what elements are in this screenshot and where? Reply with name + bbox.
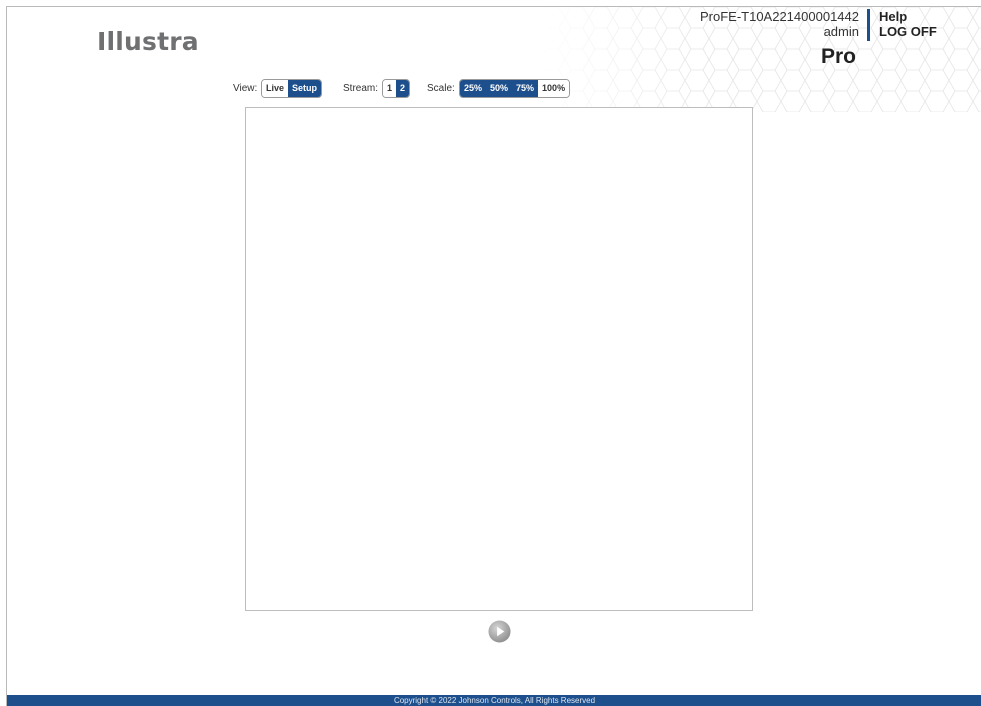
help-link[interactable]: Help	[879, 9, 937, 24]
product-tier: Pro	[821, 45, 857, 68]
device-info: ProFE-T10A221400001442 admin	[700, 9, 859, 39]
view-label: View:	[233, 83, 258, 94]
illustra-logo: Illustra	[97, 27, 199, 56]
app-window: Illustra ProFE-T10A221400001442 admin He…	[6, 6, 981, 706]
current-user: admin	[823, 24, 859, 39]
header-divider	[867, 9, 870, 41]
view-toggle: Live Setup	[261, 79, 323, 98]
stream-1-button[interactable]: 1	[383, 80, 397, 97]
scale-label: Scale:	[427, 83, 455, 94]
stream-toggle: 1 2	[382, 79, 411, 98]
footer-bar: Copyright © 2022 Johnson Controls, All R…	[7, 695, 981, 706]
stream-2-button[interactable]: 2	[396, 80, 410, 97]
play-icon[interactable]	[488, 620, 511, 643]
header-links: Help LOG OFF	[879, 9, 937, 39]
scale-50-button[interactable]: 50%	[486, 80, 513, 97]
stream-label: Stream:	[343, 83, 379, 94]
view-setup-button[interactable]: Setup	[288, 80, 322, 97]
scale-25-button[interactable]: 25%	[460, 80, 487, 97]
logoff-link[interactable]: LOG OFF	[879, 24, 937, 39]
scale-75-button[interactable]: 75%	[512, 80, 539, 97]
video-display-area[interactable]	[245, 107, 753, 611]
scale-100-button[interactable]: 100%	[538, 80, 570, 97]
device-name: ProFE-T10A221400001442	[699, 9, 859, 24]
scale-toggle: 25% 50% 75% 100%	[459, 79, 571, 98]
copyright-text: Copyright © 2022 Johnson Controls, All R…	[393, 696, 596, 705]
view-live-button[interactable]: Live	[262, 80, 289, 97]
